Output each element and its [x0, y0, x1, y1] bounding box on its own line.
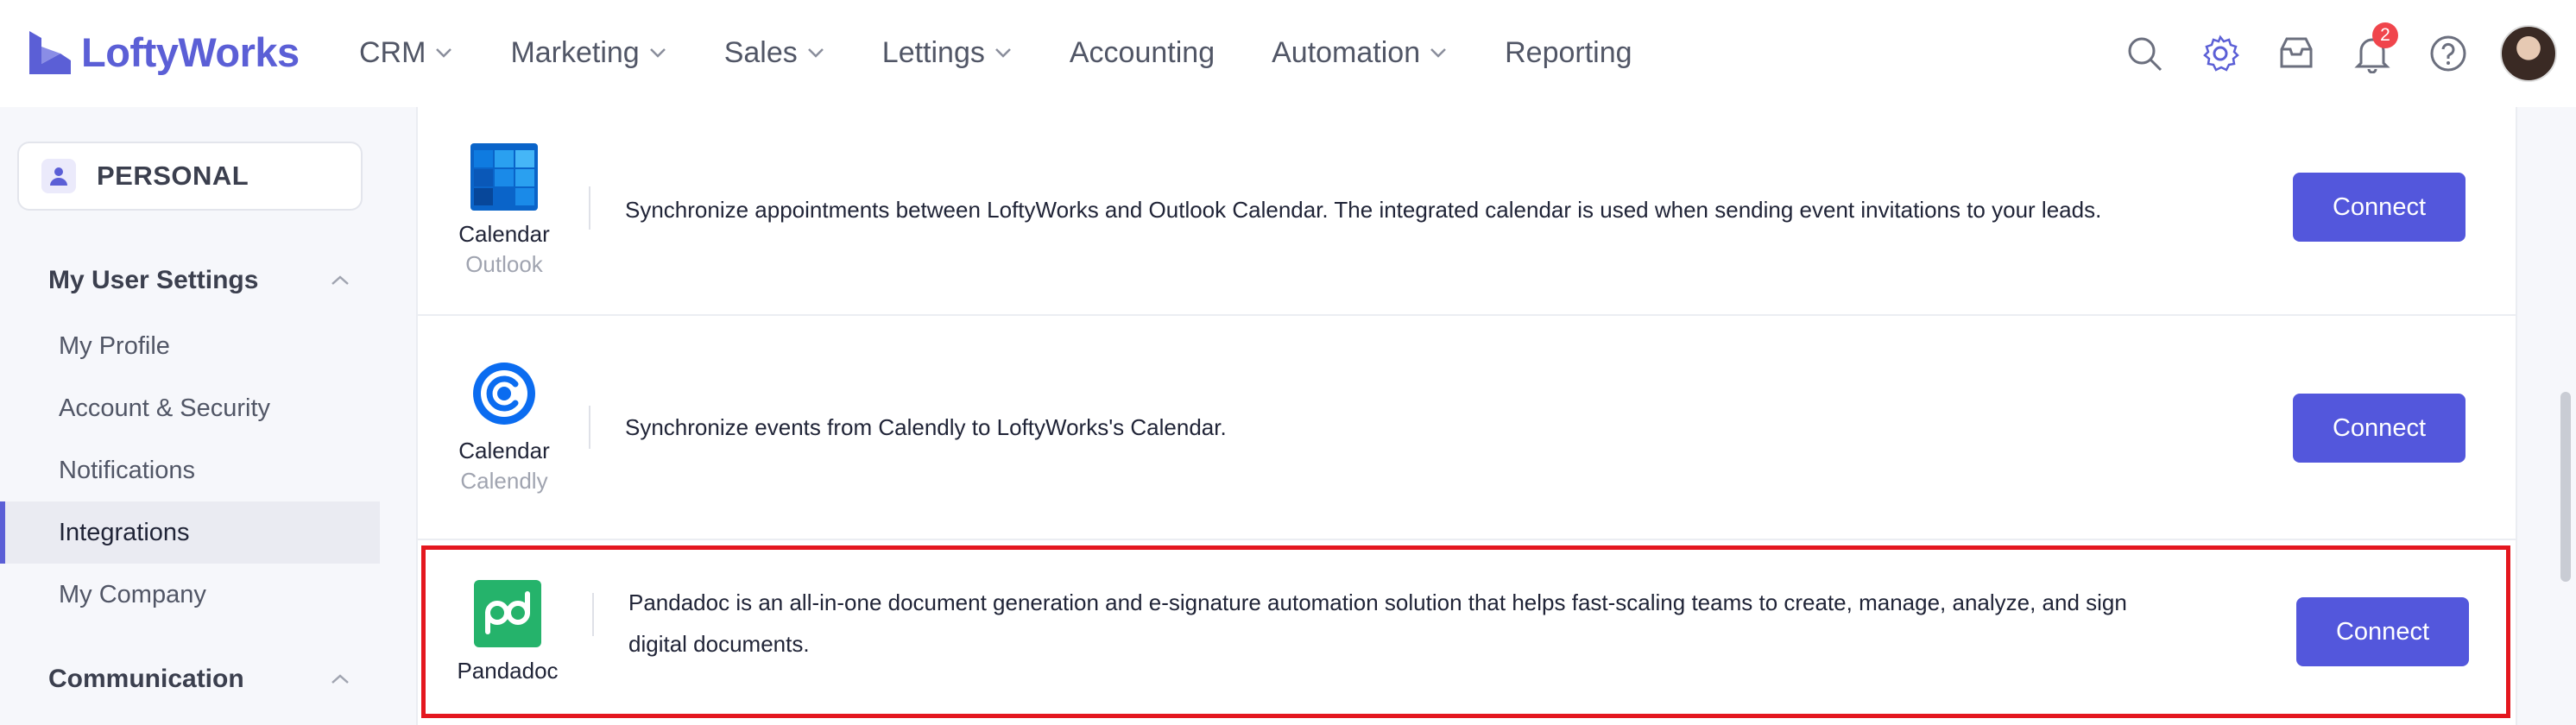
nav-sales[interactable]: Sales: [724, 36, 825, 70]
nav-automation[interactable]: Automation: [1272, 36, 1448, 70]
sidebar-item-label: My Profile: [59, 331, 170, 360]
divider: [589, 186, 590, 230]
settings-sidebar: PERSONAL My User Settings My Profile Acc…: [0, 107, 380, 725]
calendly-icon: [470, 360, 538, 427]
sidebar-item-account-security[interactable]: Account & Security: [0, 377, 380, 439]
connect-calendly-button[interactable]: Connect: [2293, 394, 2466, 463]
integration-provider: Calendly: [460, 468, 548, 494]
sidebar-item-label: Account & Security: [59, 394, 270, 422]
nav-reporting[interactable]: Reporting: [1505, 36, 1632, 70]
search-button[interactable]: [2120, 29, 2169, 78]
top-navigation-bar: LoftyWorks CRM Marketing Sales Lettings …: [0, 0, 2576, 107]
sidebar-item-label: Integrations: [59, 518, 190, 546]
chevron-down-icon: [436, 48, 452, 58]
nav-crm[interactable]: CRM: [359, 36, 453, 70]
scope-selector[interactable]: PERSONAL: [17, 142, 363, 211]
integration-app: Calendar Outlook: [418, 107, 590, 314]
chevron-down-icon: [994, 48, 1011, 58]
loftyworks-logo-icon: [29, 31, 71, 74]
section-title: My User Settings: [48, 266, 259, 294]
nav-accounting[interactable]: Accounting: [1070, 36, 1215, 70]
integration-app: Pandadoc: [421, 550, 594, 714]
divider: [589, 406, 590, 449]
integration-provider: Outlook: [465, 251, 543, 277]
avatar[interactable]: [2500, 25, 2557, 82]
integration-name: Pandadoc: [457, 657, 559, 684]
integration-row-calendly: Calendar Calendly Synchronize events fro…: [418, 316, 2516, 540]
divider: [592, 593, 594, 636]
header-actions: 2: [2120, 22, 2557, 82]
sidebar-item-label: Notifications: [59, 456, 195, 484]
chevron-up-icon: [331, 674, 349, 684]
settings-button[interactable]: [2196, 29, 2245, 78]
chevron-down-icon: [1430, 48, 1446, 58]
connect-outlook-button[interactable]: Connect: [2293, 173, 2466, 242]
integration-app: Calendar Calendly: [418, 316, 590, 539]
sidebar-item-label: My Company: [59, 580, 206, 608]
nav-marketing[interactable]: Marketing: [510, 36, 666, 70]
section-my-user-settings[interactable]: My User Settings: [48, 259, 350, 302]
chevron-down-icon: [649, 48, 666, 58]
description-line: Pandadoc is an all-in-one document gener…: [628, 589, 2127, 615]
sidebar-item-integrations[interactable]: Integrations: [0, 501, 380, 564]
search-icon: [2128, 37, 2162, 72]
inbox-icon: [2280, 37, 2313, 68]
nav-accounting-label: Accounting: [1069, 35, 1215, 69]
section-communication[interactable]: Communication: [48, 658, 350, 701]
integration-description: Synchronize appointments between LoftyWo…: [625, 197, 2102, 223]
outlook-calendar-icon: [470, 143, 538, 211]
gear-icon: [2203, 35, 2239, 72]
chevron-up-icon: [331, 275, 349, 285]
help-icon: [2430, 35, 2466, 72]
inbox-button[interactable]: [2272, 29, 2320, 78]
notification-badge: 2: [2372, 22, 2398, 48]
integration-description: Synchronize events from Calendly to Loft…: [625, 414, 1227, 440]
sidebar-item-my-profile[interactable]: My Profile: [0, 315, 380, 377]
integration-row-pandadoc: Pandadoc Pandadoc is an all-in-one docum…: [421, 545, 2510, 718]
person-icon: [41, 159, 76, 193]
loftyworks-logo[interactable]: LoftyWorks: [26, 24, 300, 79]
integration-row-outlook: Calendar Outlook Synchronize appointment…: [418, 107, 2516, 316]
description-line: digital documents.: [628, 631, 810, 657]
brand-name: LoftyWorks: [81, 28, 300, 75]
connect-pandadoc-button[interactable]: Connect: [2296, 597, 2469, 666]
nav-crm-label: CRM: [359, 35, 426, 69]
sidebar-item-notifications[interactable]: Notifications: [0, 439, 380, 501]
scope-label: PERSONAL: [97, 161, 249, 191]
integration-name: Calendar: [458, 221, 550, 247]
nav-marketing-label: Marketing: [510, 35, 640, 69]
pandadoc-icon: [474, 579, 541, 647]
nav-lettings-label: Lettings: [881, 35, 985, 69]
chevron-down-icon: [807, 48, 824, 58]
help-button[interactable]: [2424, 29, 2472, 78]
scrollbar-thumb[interactable]: [2560, 392, 2571, 582]
nav-lettings[interactable]: Lettings: [882, 36, 1013, 70]
main-nav: CRM Marketing Sales Lettings Accounting …: [359, 29, 1689, 76]
nav-sales-label: Sales: [723, 35, 798, 69]
integrations-list: Calendar Outlook Synchronize appointment…: [416, 107, 2517, 725]
nav-automation-label: Automation: [1272, 35, 1421, 69]
notifications-button[interactable]: 2: [2348, 22, 2398, 78]
sidebar-item-my-company[interactable]: My Company: [0, 564, 380, 626]
integration-name: Calendar: [458, 438, 550, 463]
section-title: Communication: [48, 665, 244, 693]
nav-reporting-label: Reporting: [1505, 35, 1632, 69]
scrollbar[interactable]: [2554, 107, 2576, 725]
integration-description: Pandadoc is an all-in-one document gener…: [628, 582, 2182, 665]
